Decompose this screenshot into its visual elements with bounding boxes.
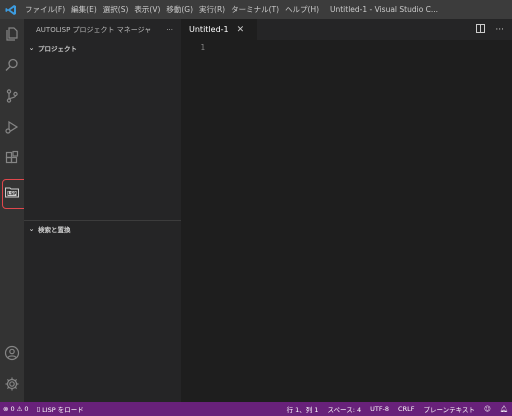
project-section-header[interactable]: ⌄ プロジェクト bbox=[24, 40, 181, 55]
close-icon[interactable]: ✕ bbox=[237, 25, 245, 35]
extensions-icon[interactable] bbox=[0, 143, 24, 173]
file-icon: ▯ bbox=[36, 405, 41, 413]
activity-bar: LSP bbox=[0, 19, 29, 402]
menu-edit[interactable]: 編集(E) bbox=[68, 4, 100, 15]
notifications-bell-icon[interactable]: 🔔︎ bbox=[500, 405, 508, 413]
search-section-label: 検索と置換 bbox=[38, 225, 71, 234]
autolisp-project-icon[interactable]: LSP bbox=[0, 177, 29, 209]
encoding[interactable]: UTF-8 bbox=[370, 405, 389, 413]
settings-gear-icon[interactable] bbox=[0, 369, 24, 399]
load-lisp-label: LISP をロード bbox=[42, 406, 84, 414]
load-lisp-button[interactable]: ▯ LISP をロード bbox=[37, 404, 84, 414]
search-section-header[interactable]: ⌄ 検索と置換 bbox=[24, 221, 181, 236]
menu-run[interactable]: 実行(R) bbox=[196, 4, 228, 15]
split-editor-icon[interactable] bbox=[476, 23, 486, 36]
feedback-icon[interactable]: ☺ bbox=[484, 405, 491, 413]
sidebar-title: AUTOLISP プロジェクト マネージャ bbox=[36, 25, 152, 34]
problems-indicator[interactable]: ⊗ 0 ⚠ 0 bbox=[3, 405, 29, 413]
menu-view[interactable]: 表示(V) bbox=[131, 4, 163, 15]
indentation[interactable]: スペース: 4 bbox=[327, 404, 361, 414]
chevron-down-icon: ⌄ bbox=[28, 224, 35, 233]
editor-area[interactable]: 1 bbox=[181, 40, 512, 402]
line-number: 1 bbox=[200, 42, 205, 52]
search-section: ⌄ 検索と置換 bbox=[24, 221, 181, 236]
menu-bar: ファイル(F) 編集(E) 選択(S) 表示(V) 移動(G) 実行(R) ター… bbox=[22, 4, 322, 15]
language-mode[interactable]: プレーンテキスト bbox=[423, 404, 474, 414]
menu-selection[interactable]: 選択(S) bbox=[100, 4, 132, 15]
sidebar: AUTOLISP プロジェクト マネージャ ··· ⌄ プロジェクト ⌄ 検索と… bbox=[24, 19, 181, 402]
source-control-icon[interactable] bbox=[0, 81, 24, 111]
error-count: 0 bbox=[10, 405, 15, 413]
search-icon[interactable] bbox=[0, 50, 24, 80]
sidebar-header: AUTOLISP プロジェクト マネージャ ··· bbox=[24, 19, 181, 40]
run-debug-icon[interactable] bbox=[0, 112, 24, 142]
svg-text:LSP: LSP bbox=[8, 191, 16, 196]
more-actions-icon[interactable]: ··· bbox=[166, 26, 173, 34]
tab-label: Untitled-1 bbox=[189, 25, 229, 34]
title-bar: ファイル(F) 編集(E) 選択(S) 表示(V) 移動(G) 実行(R) ター… bbox=[0, 0, 512, 19]
vscode-logo-icon bbox=[0, 0, 22, 19]
error-icon: ⊗ bbox=[3, 405, 9, 413]
chevron-down-icon: ⌄ bbox=[28, 43, 35, 52]
warning-count: 0 bbox=[24, 405, 29, 413]
more-actions-icon[interactable]: ··· bbox=[495, 25, 504, 35]
tab-untitled-1[interactable]: Untitled-1 ✕ bbox=[181, 19, 257, 40]
status-bar: ⊗ 0 ⚠ 0 ▯ LISP をロード 行 1、列 1 スペース: 4 UTF-… bbox=[0, 402, 512, 416]
cursor-position[interactable]: 行 1、列 1 bbox=[287, 404, 319, 414]
end-of-line[interactable]: CRLF bbox=[398, 405, 414, 413]
editor-tab-bar: Untitled-1 ✕ ··· bbox=[181, 19, 512, 40]
menu-help[interactable]: ヘルプ(H) bbox=[282, 4, 322, 15]
menu-file[interactable]: ファイル(F) bbox=[22, 4, 68, 15]
explorer-icon[interactable] bbox=[0, 19, 24, 49]
warning-icon: ⚠ bbox=[16, 405, 23, 413]
project-section-label: プロジェクト bbox=[38, 44, 77, 53]
menu-terminal[interactable]: ターミナル(T) bbox=[228, 4, 282, 15]
account-icon[interactable] bbox=[0, 338, 24, 368]
editor-actions: ··· bbox=[476, 19, 504, 40]
editor-line: 1 bbox=[181, 41, 205, 53]
window-title: Untitled-1 - Visual Studio C... bbox=[330, 5, 439, 14]
menu-go[interactable]: 移動(G) bbox=[163, 4, 196, 15]
